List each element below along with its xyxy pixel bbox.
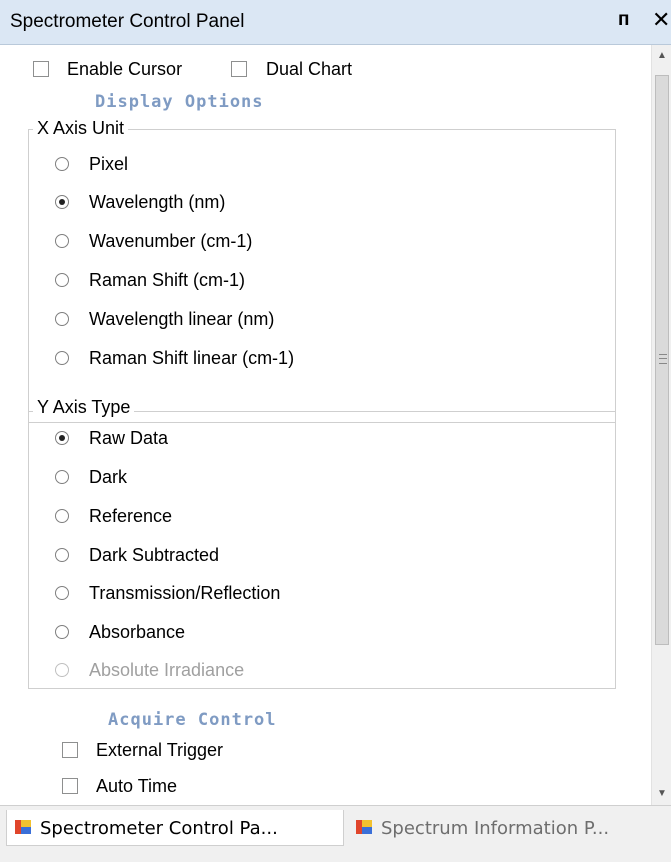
- display-options-title: Display Options: [95, 92, 264, 112]
- y-axis-dark-subtracted-label: Dark Subtracted: [89, 545, 220, 565]
- y-axis-raw-data-label: Raw Data: [89, 428, 169, 448]
- y-axis-absorbance-radio[interactable]: [55, 625, 69, 639]
- x-axis-wavelength-radio[interactable]: [55, 195, 69, 209]
- enable-cursor-label: Enable Cursor: [67, 59, 183, 79]
- x-axis-pixel-radio[interactable]: [55, 157, 69, 171]
- panel-title: Spectrometer Control Panel: [10, 11, 245, 32]
- y-axis-type-legend: Y Axis Type: [33, 397, 135, 418]
- pin-icon[interactable]: ᴨ: [618, 9, 629, 31]
- auto-time-checkbox[interactable]: [62, 778, 78, 794]
- acquire-control-title: Acquire Control: [108, 710, 277, 730]
- y-axis-transmission-label: Transmission/Reflection: [89, 583, 281, 603]
- y-axis-absolute-irradiance-radio: [55, 663, 69, 677]
- x-axis-pixel-label: Pixel: [89, 154, 129, 174]
- dual-chart-label: Dual Chart: [266, 59, 353, 79]
- tab-label: Spectrometer Control Pa...: [40, 818, 278, 839]
- x-axis-unit-legend: X Axis Unit: [33, 118, 129, 139]
- x-axis-raman-shift-label: Raman Shift (cm-1): [89, 270, 246, 290]
- external-trigger-label: External Trigger: [96, 740, 224, 760]
- close-icon[interactable]: ✕: [652, 7, 670, 33]
- dual-chart-checkbox[interactable]: [231, 61, 247, 77]
- x-axis-raman-shift-radio[interactable]: [55, 273, 69, 287]
- x-axis-wavelength-label: Wavelength (nm): [89, 192, 226, 212]
- y-axis-raw-data-radio[interactable]: [55, 431, 69, 445]
- panel-title-bar: Spectrometer Control Panel ᴨ ✕: [0, 0, 671, 45]
- tab-spectrometer-control-panel[interactable]: Spectrometer Control Pa...: [6, 810, 344, 846]
- y-axis-transmission-radio[interactable]: [55, 586, 69, 600]
- y-axis-reference-label: Reference: [89, 506, 173, 526]
- x-axis-raman-shift-linear-label: Raman Shift linear (cm-1): [89, 348, 295, 368]
- scroll-down-arrow-icon[interactable]: ▼: [652, 783, 671, 805]
- auto-time-label: Auto Time: [96, 776, 178, 796]
- panel-content: Enable Cursor Dual Chart Display Options…: [0, 45, 651, 805]
- scroll-thumb[interactable]: [655, 75, 669, 645]
- panel-tab-icon: [356, 820, 372, 834]
- vertical-scrollbar[interactable]: ▲ ▼: [651, 45, 671, 805]
- enable-cursor-checkbox[interactable]: [33, 61, 49, 77]
- x-axis-raman-shift-linear-radio[interactable]: [55, 351, 69, 365]
- y-axis-dark-radio[interactable]: [55, 470, 69, 484]
- external-trigger-checkbox[interactable]: [62, 742, 78, 758]
- tab-spectrum-information-panel[interactable]: Spectrum Information P...: [348, 810, 671, 846]
- x-axis-wavenumber-label: Wavenumber (cm-1): [89, 231, 253, 251]
- panel-tab-icon: [15, 820, 31, 834]
- scroll-grip-icon: [659, 354, 667, 364]
- x-axis-wavelength-linear-radio[interactable]: [55, 312, 69, 326]
- y-axis-absolute-irradiance-label: Absolute Irradiance: [89, 660, 245, 680]
- tab-label: Spectrum Information P...: [381, 818, 610, 839]
- y-axis-absorbance-label: Absorbance: [89, 622, 186, 642]
- y-axis-dark-subtracted-radio[interactable]: [55, 548, 69, 562]
- y-axis-dark-label: Dark: [89, 467, 128, 487]
- bottom-tab-bar: Spectrometer Control Pa... Spectrum Info…: [0, 805, 671, 862]
- x-axis-wavelength-linear-label: Wavelength linear (nm): [89, 309, 275, 329]
- x-axis-wavenumber-radio[interactable]: [55, 234, 69, 248]
- y-axis-reference-radio[interactable]: [55, 509, 69, 523]
- scroll-up-arrow-icon[interactable]: ▲: [652, 45, 671, 67]
